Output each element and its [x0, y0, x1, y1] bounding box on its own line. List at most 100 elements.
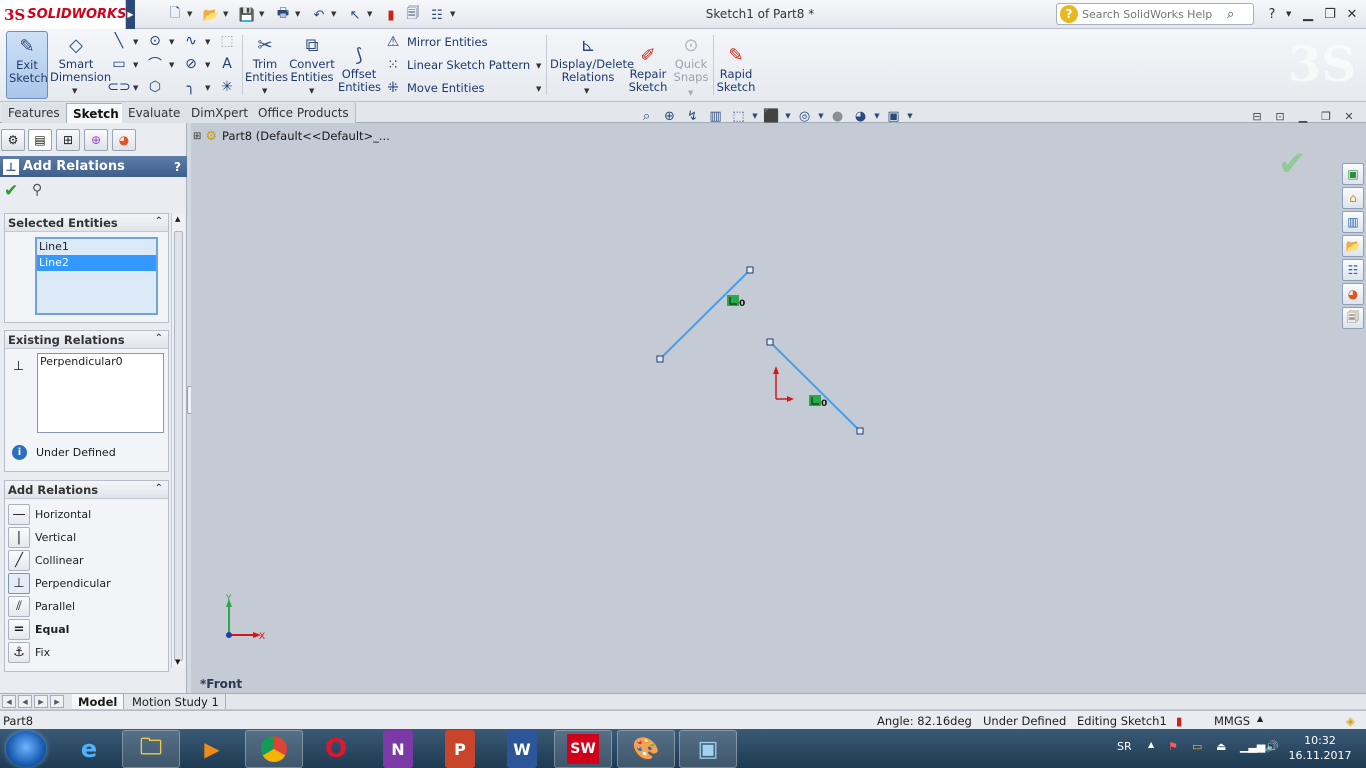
- configurationmanager-icon[interactable]: ⊞: [56, 129, 80, 151]
- undo-icon[interactable]: ↶: [310, 6, 328, 24]
- minimize-button[interactable]: ▁: [1295, 109, 1311, 123]
- existing-relations-list[interactable]: Perpendicular0: [37, 353, 164, 433]
- select-arrow-icon[interactable]: ↖: [346, 6, 364, 24]
- chevron-down-icon[interactable]: ▼: [688, 89, 693, 97]
- reference-triad-icon[interactable]: Y X: [225, 594, 265, 642]
- pushpin-icon[interactable]: ⚲: [32, 182, 42, 198]
- chevron-down-icon[interactable]: ▼: [259, 10, 264, 18]
- propertymanager-icon[interactable]: ▤: [28, 129, 52, 151]
- tab-evaluate[interactable]: Evaluate: [122, 103, 188, 123]
- volume-icon[interactable]: 🔊: [1265, 740, 1279, 753]
- scrollbar-thumb[interactable]: [174, 231, 183, 661]
- chevron-down-icon[interactable]: ▼: [536, 62, 541, 70]
- fix-relation-button[interactable]: ⚓ Fix: [8, 641, 158, 663]
- last-tab-icon[interactable]: ▶: [50, 695, 64, 708]
- options-icon[interactable]: ☷: [428, 6, 446, 24]
- network-signal-icon[interactable]: ▁▃▅: [1240, 740, 1265, 753]
- tags-icon[interactable]: ◈: [1346, 714, 1355, 728]
- powerpoint-icon[interactable]: P: [445, 730, 475, 768]
- chevron-down-icon[interactable]: ▼: [331, 10, 336, 18]
- group-header[interactable]: Existing Relations ⌃: [5, 331, 168, 349]
- new-document-icon[interactable]: 🗋: [166, 6, 184, 24]
- mirror-entities-button[interactable]: ⚠ Mirror Entities: [384, 32, 488, 52]
- tab-dimxpert[interactable]: DimXpert: [185, 103, 256, 123]
- restore-button[interactable]: ❐: [1320, 5, 1340, 23]
- rectangle-tool-icon[interactable]: ▭: [110, 55, 128, 73]
- custom-properties-icon[interactable]: 🗐: [1342, 307, 1364, 329]
- polygon-tool-icon[interactable]: ⬡: [146, 78, 164, 96]
- chrome-icon[interactable]: [245, 730, 303, 768]
- chevron-down-icon[interactable]: ▼: [536, 85, 541, 93]
- solidworks-taskbar-button[interactable]: SW: [554, 730, 612, 768]
- chevron-down-icon[interactable]: ▼: [133, 38, 138, 46]
- chevron-down-icon[interactable]: ▼: [367, 10, 372, 18]
- language-indicator[interactable]: SR: [1117, 740, 1132, 753]
- sketch-origin-icon[interactable]: [773, 366, 794, 402]
- onenote-icon[interactable]: N: [383, 730, 413, 768]
- help-search-input[interactable]: [1082, 7, 1227, 21]
- text-tool-icon[interactable]: A: [218, 55, 236, 73]
- file-explorer-icon[interactable]: 📂: [1342, 235, 1364, 257]
- chevron-down-icon[interactable]: ▼: [223, 10, 228, 18]
- chevron-up-icon[interactable]: ▲: [1257, 714, 1263, 723]
- arc-tool-icon[interactable]: ⌒: [146, 55, 164, 73]
- close-button[interactable]: ✕: [1341, 109, 1357, 123]
- move-entities-button[interactable]: ⁜ Move Entities: [384, 78, 484, 98]
- chevron-down-icon[interactable]: ▼: [169, 61, 174, 69]
- system-clock[interactable]: 10:32 16.11.2017: [1285, 733, 1355, 763]
- next-tab-icon[interactable]: ▶: [34, 695, 48, 708]
- exit-sketch-button[interactable]: ✎ Exit Sketch: [6, 31, 48, 99]
- view-palette-icon[interactable]: ☷: [1342, 259, 1364, 281]
- ok-check-icon[interactable]: ✔: [4, 181, 18, 201]
- chevron-down-icon[interactable]: ▼: [169, 38, 174, 46]
- search-icon[interactable]: ⌕: [1227, 7, 1234, 22]
- help-icon[interactable]: ?: [1262, 5, 1282, 23]
- tab-motion-study[interactable]: Motion Study 1: [126, 694, 226, 709]
- group-header[interactable]: Selected Entities ⌃: [5, 214, 168, 232]
- file-explorer-icon[interactable]: 🗀: [122, 730, 180, 768]
- list-item[interactable]: Perpendicular0: [38, 354, 163, 370]
- sketch-line-1[interactable]: [659, 269, 751, 360]
- sketch-endpoint[interactable]: [856, 427, 864, 435]
- displaymanager-icon[interactable]: ◕: [112, 129, 136, 151]
- fillet-tool-icon[interactable]: ╮: [182, 78, 200, 96]
- restore-button[interactable]: ❐: [1318, 109, 1334, 123]
- list-item[interactable]: Line1: [37, 239, 156, 255]
- chevron-down-icon[interactable]: ▼: [205, 84, 210, 92]
- featuremanager-tree-icon[interactable]: ⚙: [1, 129, 25, 151]
- sketch-endpoint[interactable]: [656, 355, 664, 363]
- split-view-horizontal-icon[interactable]: ⊡: [1272, 109, 1288, 123]
- word-icon[interactable]: W: [507, 730, 537, 768]
- chevron-down-icon[interactable]: ▼: [72, 87, 77, 95]
- chevron-down-icon[interactable]: ▼: [309, 87, 314, 95]
- group-header[interactable]: Add Relations ⌃: [5, 481, 168, 499]
- chevron-down-icon[interactable]: ▼: [450, 10, 455, 18]
- media-player-icon[interactable]: ▶: [183, 730, 241, 768]
- collapse-icon[interactable]: ⌃: [155, 333, 163, 344]
- units-selector[interactable]: MMGS: [1214, 714, 1250, 728]
- dimxpertmanager-icon[interactable]: ⊕: [84, 129, 108, 151]
- sketch-endpoint[interactable]: [766, 338, 774, 346]
- start-button[interactable]: [6, 731, 46, 767]
- slot-tool-icon[interactable]: ⊂⊃: [107, 78, 130, 96]
- point-tool-icon[interactable]: ✳: [218, 78, 236, 96]
- rebuild-status-icon[interactable]: ▮: [1176, 714, 1182, 728]
- usb-device-icon[interactable]: ⏏: [1216, 740, 1226, 753]
- sketch-line-2[interactable]: [769, 341, 861, 432]
- paint-icon[interactable]: 🎨: [617, 730, 675, 768]
- perpendicular-relation-icon[interactable]: 0: [727, 295, 745, 309]
- chevron-down-icon[interactable]: ▼: [133, 84, 138, 92]
- appearances-icon[interactable]: ◕: [1342, 283, 1364, 305]
- chevron-down-icon[interactable]: ▼: [205, 38, 210, 46]
- tab-features[interactable]: Features: [2, 103, 67, 123]
- close-button[interactable]: ✕: [1342, 5, 1362, 23]
- horizontal-relation-button[interactable]: — Horizontal: [8, 503, 158, 525]
- power-icon[interactable]: ▭: [1192, 740, 1202, 753]
- show-hidden-icons-icon[interactable]: ▲: [1148, 740, 1154, 749]
- selected-entities-list[interactable]: Line1 Line2: [35, 237, 158, 315]
- minimize-button[interactable]: ▁: [1298, 5, 1318, 23]
- equal-relation-button[interactable]: = Equal: [8, 618, 158, 640]
- collinear-relation-button[interactable]: ╱ Collinear: [8, 549, 158, 571]
- chevron-down-icon[interactable]: ▼: [1286, 10, 1291, 18]
- spline-tool-icon[interactable]: ∿: [182, 32, 200, 50]
